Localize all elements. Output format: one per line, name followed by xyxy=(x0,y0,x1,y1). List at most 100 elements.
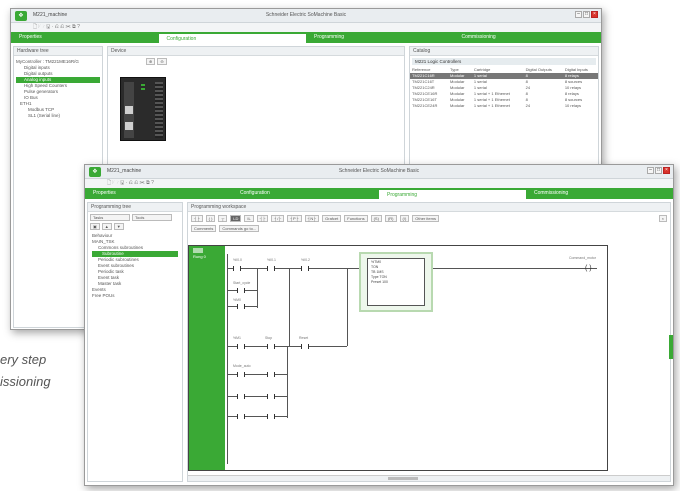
contact-label: %I0.1 xyxy=(267,258,276,262)
ladder-contact[interactable] xyxy=(267,414,275,419)
fblock-line: Preset 100 xyxy=(371,280,388,284)
window-title: Schneider Electric SoMachine Basic xyxy=(338,168,420,174)
rung-gutter: Rung 0 xyxy=(189,246,225,470)
programming-tree-panel: Programming tree Tasks Tools ▣ ▲ ▼ Behav… xyxy=(87,202,183,482)
caption-line-2: issioning xyxy=(0,374,51,389)
ladder-contact[interactable] xyxy=(237,394,245,399)
catalog-title: Catalog xyxy=(410,47,598,56)
branch-icon[interactable]: ┬ xyxy=(218,215,228,222)
tab-commissioning[interactable]: Commissioning xyxy=(526,188,673,199)
ladder-contact[interactable] xyxy=(267,266,275,271)
side-panel-handle[interactable] xyxy=(669,335,673,359)
contact-label: %M1 xyxy=(233,336,241,340)
move-down-icon[interactable]: ▼ xyxy=(113,223,124,230)
functions-button[interactable]: Functions xyxy=(344,215,368,222)
rung-expand-icon[interactable] xyxy=(193,248,203,253)
other-items-button[interactable]: Other items xyxy=(412,215,439,222)
grafcet-button[interactable]: Grafcet xyxy=(322,215,342,222)
minimize-icon[interactable]: – xyxy=(647,167,654,174)
contact-label: Reset xyxy=(299,336,309,340)
device-panel-title: Device xyxy=(108,47,404,56)
workspace-title: Programming workspace xyxy=(188,203,670,212)
contact-n-icon[interactable]: ┤N├ xyxy=(304,215,320,222)
contact-no-icon[interactable]: ┤├ xyxy=(256,215,269,222)
ladder-contact[interactable] xyxy=(237,372,245,377)
title-bar: ❖ M221_machine Schneider Electric SoMach… xyxy=(11,9,601,23)
ladder-contact[interactable] xyxy=(237,288,245,293)
caption-line-1: ery step xyxy=(0,352,47,367)
cell: 24 xyxy=(525,103,531,108)
horizontal-scrollbar[interactable] xyxy=(188,475,670,481)
cell: TM221CE24R xyxy=(412,103,438,108)
close-icon[interactable]: × xyxy=(663,167,670,174)
tab-tasks[interactable]: Tasks xyxy=(90,214,130,221)
maximize-icon[interactable]: □ xyxy=(655,167,662,174)
quick-access-toolbar[interactable]: 🗋 🗁 🖫 · ⎌ ⎌ ✂ ⧉ ? xyxy=(85,179,673,188)
ladder-toolbar: ┤├ ( ) ┬ LD IL ┤├ ┤/├ ┤P├ ┤N├ Grafcet Fu… xyxy=(191,215,439,222)
programming-workspace: Programming workspace ┤├ ( ) ┬ LD IL ┤├ … xyxy=(187,202,671,482)
zoom-in-icon[interactable]: ⊕ xyxy=(146,58,156,65)
contact-label: Mode_auto xyxy=(233,364,251,368)
contact-p-icon[interactable]: ┤P├ xyxy=(287,215,302,222)
contact-nc-icon[interactable]: ┤/├ xyxy=(271,215,285,222)
contact-label: %I0.0 xyxy=(233,258,242,262)
table-row[interactable]: TM221CE24R Modular 1 serial + 1 Ethernet… xyxy=(410,103,598,109)
cell: 1 serial + 1 Ethernet xyxy=(473,103,510,108)
coil-not-icon[interactable]: (/) xyxy=(399,215,410,222)
tab-properties[interactable]: Properties xyxy=(11,32,159,43)
tab-configuration[interactable]: Configuration xyxy=(158,32,306,43)
contact-label: %I0.2 xyxy=(301,258,310,262)
main-tabs: Properties Configuration Programming Com… xyxy=(11,32,601,43)
maximize-icon[interactable]: □ xyxy=(583,11,590,18)
main-tabs: Properties Configuration Programming Com… xyxy=(85,188,673,199)
ladder-editor[interactable]: Rung 0 %I0.0 %I0.1 %I0.2 Start_cycle %M0… xyxy=(188,245,608,471)
ladder-contact[interactable] xyxy=(301,344,309,349)
tab-tools[interactable]: Tools xyxy=(132,214,172,221)
move-up-icon[interactable]: ▲ xyxy=(101,223,112,230)
add-pou-icon[interactable]: ▣ xyxy=(90,223,100,230)
contact-label: %M0 xyxy=(233,298,241,302)
minimize-icon[interactable]: – xyxy=(575,11,582,18)
output-coil[interactable]: ( ) xyxy=(585,265,592,272)
coil-label: Command_motor xyxy=(569,256,597,260)
tab-commissioning[interactable]: Commissioning xyxy=(454,32,602,43)
contact-label: Stop xyxy=(265,336,273,340)
goto-button[interactable]: Commands go to... xyxy=(219,225,260,232)
tab-properties[interactable]: Properties xyxy=(85,188,232,199)
ladder-contact[interactable] xyxy=(267,394,275,399)
timer-function-block[interactable]: %TM0 TON TB 1MS Type TON Preset 100 xyxy=(367,258,425,306)
ladder-contact[interactable] xyxy=(237,304,245,309)
tree-item-sl1[interactable]: SL1 (Serial line) xyxy=(16,113,100,119)
tree-item-free-pous[interactable]: Free POUs xyxy=(92,293,178,299)
coil-reset-icon[interactable]: (R) xyxy=(384,215,397,222)
il-button[interactable]: IL xyxy=(244,215,254,222)
ladder-contact[interactable] xyxy=(233,266,241,271)
programming-window: ❖ M221_machine Schneider Electric SoMach… xyxy=(84,164,674,486)
ld-button[interactable]: LD xyxy=(230,215,242,222)
close-workspace-icon[interactable]: × xyxy=(658,215,667,222)
ladder-contact[interactable] xyxy=(237,414,245,419)
coil-set-icon[interactable]: (S) xyxy=(370,215,382,222)
tab-programming[interactable]: Programming xyxy=(306,32,454,43)
programming-tree-title: Programming tree xyxy=(88,203,182,212)
catalog-table: Reference Type Cartridge Digital Outputs… xyxy=(410,67,598,109)
coil-icon[interactable]: ( ) xyxy=(205,215,216,222)
quick-access-toolbar[interactable]: 🗋 🗁 🖫 · ⎌ ⎌ ✂ ⧉ ? xyxy=(11,23,601,32)
close-icon[interactable]: × xyxy=(591,11,598,18)
controller-image[interactable] xyxy=(120,77,166,141)
cell: 10 relays xyxy=(564,103,582,108)
ladder-contact[interactable] xyxy=(301,266,309,271)
ladder-contact[interactable] xyxy=(267,344,275,349)
rung-label: Rung 0 xyxy=(193,254,206,259)
ladder-contact[interactable] xyxy=(237,344,245,349)
hardware-tree-title: Hardware tree xyxy=(14,47,102,56)
tab-programming[interactable]: Programming xyxy=(379,188,526,199)
tab-configuration[interactable]: Configuration xyxy=(232,188,379,199)
comments-button[interactable]: Comments xyxy=(191,225,217,232)
contact-icon[interactable]: ┤├ xyxy=(191,215,203,222)
sub-toolbar: Comments Commands go to... xyxy=(191,225,260,232)
catalog-group[interactable]: M221 Logic Controllers xyxy=(412,58,596,65)
zoom-out-icon[interactable]: ⊖ xyxy=(157,58,167,65)
ladder-contact[interactable] xyxy=(267,372,275,377)
title-bar: ❖ M221_machine Schneider Electric SoMach… xyxy=(85,165,673,179)
